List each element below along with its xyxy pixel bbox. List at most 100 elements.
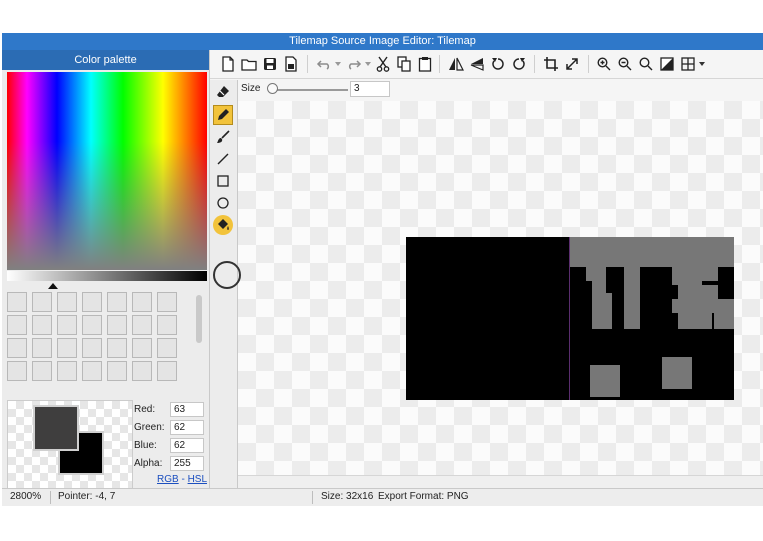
custom-color-swatch[interactable]: [157, 338, 177, 358]
crop-icon[interactable]: [541, 54, 561, 74]
hsl-mode-link[interactable]: HSL: [188, 474, 207, 485]
flip-horizontal-icon[interactable]: [446, 54, 466, 74]
status-bar: 2800% Pointer: -4, 7 Size: 32x16 Export …: [2, 488, 763, 506]
custom-color-swatch[interactable]: [82, 361, 102, 381]
eraser-icon[interactable]: [213, 82, 233, 102]
black-pixel-block: [606, 267, 624, 293]
undo-icon[interactable]: [314, 54, 334, 74]
size-value-field[interactable]: 3: [350, 81, 390, 97]
toolbar-separator: [307, 55, 308, 73]
custom-color-swatch[interactable]: [107, 315, 127, 335]
custom-color-swatch[interactable]: [132, 361, 152, 381]
color-spectrum-picker[interactable]: [7, 72, 207, 270]
color-preview: [7, 400, 133, 490]
image-size: Size: 32x16: [321, 491, 374, 502]
gray-pixel-block: [592, 293, 612, 329]
custom-color-swatch[interactable]: [132, 315, 152, 335]
actual-size-icon[interactable]: [657, 54, 677, 74]
size-slider-thumb[interactable]: [267, 83, 278, 94]
custom-swatches: [7, 292, 192, 394]
gray-pixel-block: [714, 299, 734, 329]
save-icon[interactable]: [260, 54, 280, 74]
gray-pixel-block: [624, 293, 640, 329]
custom-color-swatch[interactable]: [82, 315, 102, 335]
primary-color-swatch[interactable]: [33, 405, 79, 451]
line-icon[interactable]: [213, 149, 233, 169]
custom-color-swatch[interactable]: [32, 338, 52, 358]
alpha-channel: Alpha: 255: [134, 456, 206, 472]
redo-icon[interactable]: [344, 54, 364, 74]
color-palette-panel: Color palette Red: 63 Green: 62 Blue: 62…: [2, 50, 210, 490]
grid-icon[interactable]: [678, 54, 698, 74]
rotate-right-icon[interactable]: [509, 54, 529, 74]
brush-icon[interactable]: [213, 127, 233, 147]
custom-color-swatch[interactable]: [57, 361, 77, 381]
blue-channel: Blue: 62: [134, 438, 206, 454]
custom-color-swatch[interactable]: [157, 361, 177, 381]
copy-icon[interactable]: [394, 54, 414, 74]
green-field[interactable]: 62: [170, 420, 204, 435]
blue-label: Blue:: [134, 440, 157, 451]
size-slider-track[interactable]: [268, 89, 348, 91]
custom-color-swatch[interactable]: [82, 292, 102, 312]
grayscale-ramp[interactable]: [7, 271, 207, 281]
custom-color-swatch[interactable]: [107, 292, 127, 312]
toolbar-separator: [588, 55, 589, 73]
gray-pixel-block: [662, 357, 692, 389]
rectangle-icon[interactable]: [213, 171, 233, 191]
resize-icon[interactable]: [562, 54, 582, 74]
custom-color-swatch[interactable]: [7, 292, 27, 312]
pencil-icon[interactable]: [213, 105, 233, 125]
custom-color-swatch[interactable]: [32, 292, 52, 312]
blue-field[interactable]: 62: [170, 438, 204, 453]
custom-color-swatch[interactable]: [32, 315, 52, 335]
export-format: Export Format: PNG: [378, 491, 469, 502]
ellipse-icon[interactable]: [213, 193, 233, 213]
custom-color-swatch[interactable]: [107, 338, 127, 358]
black-pixel-block: [718, 267, 734, 299]
custom-color-swatch[interactable]: [57, 292, 77, 312]
swatches-scrollbar[interactable]: [196, 295, 202, 343]
flip-vertical-icon[interactable]: [467, 54, 487, 74]
custom-color-swatch[interactable]: [82, 338, 102, 358]
cut-icon[interactable]: [373, 54, 393, 74]
zoom-out-icon[interactable]: [615, 54, 635, 74]
save-as-icon[interactable]: [281, 54, 301, 74]
paste-icon[interactable]: [415, 54, 435, 74]
custom-color-swatch[interactable]: [57, 315, 77, 335]
brush-size-row: Size 3: [210, 79, 763, 101]
red-field[interactable]: 63: [170, 402, 204, 417]
custom-color-swatch[interactable]: [107, 361, 127, 381]
status-separator: [312, 491, 313, 504]
custom-color-swatch[interactable]: [7, 338, 27, 358]
custom-color-swatch[interactable]: [132, 292, 152, 312]
zoom-fit-icon[interactable]: [636, 54, 656, 74]
canvas-horizontal-scrollbar[interactable]: [238, 475, 763, 489]
custom-color-swatch[interactable]: [32, 361, 52, 381]
gray-pixel-block: [570, 237, 734, 267]
custom-color-swatch[interactable]: [132, 338, 152, 358]
tilemap-image[interactable]: [406, 237, 734, 400]
alpha-label: Alpha:: [134, 458, 163, 469]
grid-dropdown-icon[interactable]: [698, 54, 706, 74]
editor-window: Tilemap Source Image Editor: Tilemap Col…: [2, 33, 763, 506]
undo-dropdown-icon[interactable]: [334, 54, 342, 74]
fill-bucket-icon[interactable]: [213, 215, 233, 235]
redo-dropdown-icon[interactable]: [364, 54, 372, 74]
red-label: Red:: [134, 404, 156, 415]
gray-pixel-block: [624, 267, 640, 281]
custom-color-swatch[interactable]: [57, 338, 77, 358]
new-file-icon[interactable]: [218, 54, 238, 74]
pointer-position: Pointer: -4, 7: [58, 491, 116, 502]
ramp-marker-icon[interactable]: [48, 283, 58, 289]
rgb-mode-link[interactable]: RGB: [157, 474, 179, 485]
open-folder-icon[interactable]: [239, 54, 259, 74]
rotate-left-icon[interactable]: [488, 54, 508, 74]
custom-color-swatch[interactable]: [7, 315, 27, 335]
zoom-in-icon[interactable]: [594, 54, 614, 74]
custom-color-swatch[interactable]: [157, 292, 177, 312]
image-canvas[interactable]: [238, 101, 763, 475]
custom-color-swatch[interactable]: [7, 361, 27, 381]
custom-color-swatch[interactable]: [157, 315, 177, 335]
alpha-field[interactable]: 255: [170, 456, 204, 471]
